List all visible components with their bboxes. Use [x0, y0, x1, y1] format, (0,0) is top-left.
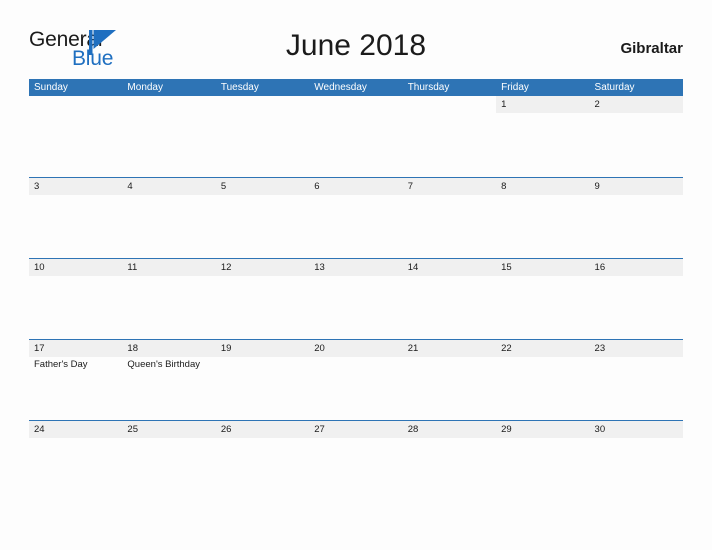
calendar-day-cell[interactable]: 4	[122, 178, 216, 258]
calendar-day-cell-empty	[122, 96, 215, 177]
calendar-grid: Sunday Monday Tuesday Wednesday Thursday…	[29, 79, 683, 501]
calendar-day-cell[interactable]: 25	[122, 421, 216, 501]
calendar-day-cell[interactable]: 24	[29, 421, 123, 501]
weekday-header-monday: Monday	[127, 82, 163, 93]
calendar-day-cell[interactable]: 21	[402, 340, 497, 420]
day-number: 23	[594, 343, 606, 354]
day-number: 13	[314, 262, 325, 273]
page-header: General Blue June 2018 Gibraltar	[29, 22, 683, 70]
calendar-day-cell[interactable]: 12	[215, 259, 310, 339]
calendar-day-cell[interactable]: 7	[402, 178, 497, 258]
calendar-page: General Blue June 2018 Gibraltar Sunday …	[0, 0, 712, 550]
calendar-day-cell[interactable]: 18 Queen's Birthday	[122, 340, 216, 420]
calendar-day-cell[interactable]: 27	[309, 421, 403, 501]
calendar-day-cell-empty	[309, 96, 402, 177]
calendar-day-cell[interactable]: 16	[589, 259, 683, 339]
calendar-day-cell[interactable]: 29	[496, 421, 590, 501]
calendar-week-row: 24 25 26 27 28 29 30	[29, 420, 683, 501]
calendar-day-cell[interactable]: 20	[309, 340, 403, 420]
calendar-day-cell[interactable]: 17 Father's Day	[29, 340, 123, 420]
day-number: 15	[501, 262, 512, 273]
calendar-day-cell[interactable]: 26	[215, 421, 310, 501]
calendar-day-cell[interactable]: 28	[402, 421, 497, 501]
day-number: 5	[220, 181, 227, 192]
calendar-day-cell[interactable]: 9	[589, 178, 683, 258]
day-number: 22	[501, 343, 512, 354]
calendar-day-cell-empty	[216, 96, 309, 177]
calendar-day-cell[interactable]: 2	[589, 96, 683, 177]
weekday-header-friday: Friday	[501, 82, 529, 93]
day-number: 17	[34, 343, 45, 354]
calendar-day-cell[interactable]: 1	[496, 96, 590, 177]
day-events: Queen's Birthday	[127, 358, 212, 371]
weekday-header-wednesday: Wednesday	[314, 82, 367, 93]
page-title: June 2018	[285, 29, 427, 62]
day-number: 28	[407, 424, 419, 435]
calendar-day-cell-empty	[29, 96, 122, 177]
weekday-header-saturday: Saturday	[594, 82, 635, 93]
day-number: 19	[220, 343, 232, 354]
day-number: 11	[127, 262, 138, 273]
country-label: Gibraltar	[620, 40, 683, 57]
day-number: 6	[314, 181, 320, 192]
day-number: 3	[34, 181, 40, 192]
calendar-day-cell-empty	[403, 96, 496, 177]
day-number: 7	[407, 181, 413, 192]
day-number: 26	[220, 424, 232, 435]
calendar-day-cell[interactable]: 6	[309, 178, 403, 258]
calendar-day-cell[interactable]: 22	[496, 340, 590, 420]
day-number: 18	[127, 343, 138, 354]
day-number: 4	[127, 181, 133, 192]
day-number: 27	[314, 424, 325, 435]
day-number: 2	[594, 99, 600, 110]
day-number: 8	[501, 181, 507, 192]
day-number: 16	[594, 262, 606, 273]
weekday-header-tuesday: Tuesday	[220, 82, 259, 93]
calendar-day-cell[interactable]: 5	[215, 178, 310, 258]
day-number: 20	[314, 343, 325, 354]
calendar-day-cell[interactable]: 30	[589, 421, 683, 501]
day-number: 9	[594, 181, 600, 192]
calendar-day-cell[interactable]: 13	[309, 259, 403, 339]
calendar-day-cell[interactable]: 15	[496, 259, 590, 339]
calendar-day-cell[interactable]: 3	[29, 178, 123, 258]
day-number: 12	[220, 262, 232, 273]
day-number: 24	[34, 424, 45, 435]
weekday-header-thursday: Thursday	[407, 82, 450, 93]
calendar-week-row: 17 Father's Day 18 Queen's Birthday 19 20 21 22…	[29, 339, 683, 420]
day-number: 25	[127, 424, 138, 435]
calendar-day-cell[interactable]: 11	[122, 259, 216, 339]
day-number: 10	[34, 262, 45, 273]
calendar-day-cell[interactable]: 8	[496, 178, 590, 258]
day-number: 30	[594, 424, 606, 435]
calendar-day-cell[interactable]: 23	[589, 340, 683, 420]
holiday-label: Queen's Birthday	[127, 359, 200, 370]
day-number: 14	[407, 262, 419, 273]
calendar-week-row: 12	[29, 96, 683, 177]
calendar-week-row: 3 4 5 6 7 8 9	[29, 177, 683, 258]
day-number: 21	[407, 343, 419, 354]
weekday-header-sunday: Sunday	[34, 82, 68, 93]
calendar-week-row: 10 11 12 13 14 15 16	[29, 258, 683, 339]
holiday-label: Father's Day	[34, 359, 88, 370]
calendar-day-cell[interactable]: 19	[215, 340, 310, 420]
weekday-header-row: Sunday Monday Tuesday Wednesday Thursday…	[29, 79, 683, 96]
calendar-day-cell[interactable]: 10	[29, 259, 123, 339]
calendar-weeks: 1 2 3 4 5 6 7 8 9 10 11 12 13 14 15 16 17 Father's Day 18 Q…	[29, 96, 683, 501]
calendar-day-cell[interactable]: 14	[402, 259, 497, 339]
day-number: 29	[501, 424, 512, 435]
day-events: Father's Day	[34, 358, 119, 371]
day-number: 1	[501, 99, 507, 110]
